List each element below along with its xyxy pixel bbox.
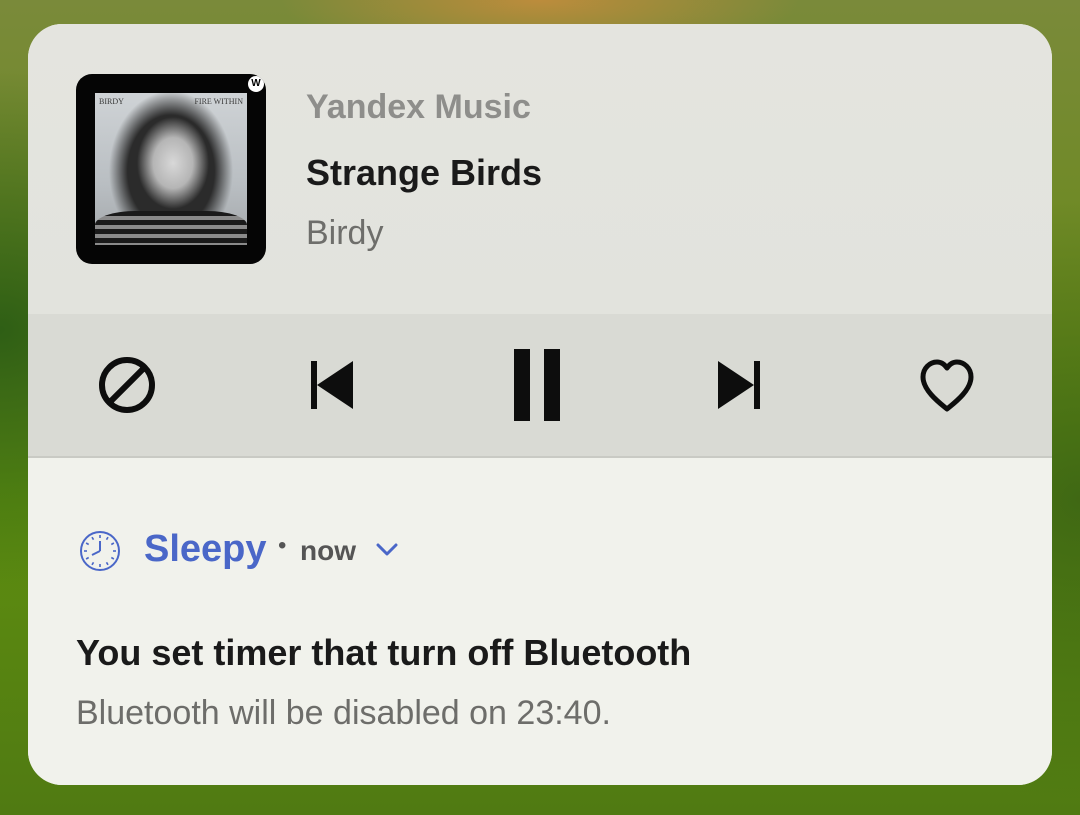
notification-panel: BIRDY FIRE WITHIN W Yandex Music Strange… xyxy=(28,24,1052,785)
album-art-artist-text: BIRDY xyxy=(99,97,124,106)
sleepy-notification[interactable]: Sleepy • now You set timer that turn off… xyxy=(28,458,1052,785)
media-controls xyxy=(28,314,1052,458)
song-title: Strange Birds xyxy=(306,152,543,193)
notification-title: You set timer that turn off Bluetooth xyxy=(76,632,692,673)
media-app-name: Yandex Music xyxy=(306,88,531,126)
album-art-title-text: FIRE WITHIN xyxy=(194,97,243,106)
like-button[interactable] xyxy=(901,339,993,431)
clock-icon xyxy=(78,529,122,573)
media-notification[interactable]: BIRDY FIRE WITHIN W Yandex Music Strange… xyxy=(28,24,1052,314)
pause-button[interactable] xyxy=(491,339,583,431)
dislike-button[interactable] xyxy=(81,339,173,431)
label-logo-icon: W xyxy=(248,76,264,92)
notification-time: now xyxy=(300,535,356,566)
album-photo: BIRDY FIRE WITHIN xyxy=(95,93,247,245)
next-button[interactable] xyxy=(693,339,785,431)
pause-icon xyxy=(514,349,560,421)
album-art: BIRDY FIRE WITHIN W xyxy=(76,74,266,264)
skip-previous-icon xyxy=(311,361,353,409)
notification-app-name: Sleepy xyxy=(144,528,267,570)
notification-header: Sleepy • now xyxy=(78,526,678,576)
header-separator: • xyxy=(278,532,287,559)
artist-name: Birdy xyxy=(306,214,384,252)
block-icon xyxy=(99,357,155,413)
chevron-down-icon[interactable] xyxy=(374,540,400,560)
album-photo-stripes xyxy=(95,211,247,245)
notification-body: Bluetooth will be disabled on 23:40. xyxy=(76,694,611,732)
previous-button[interactable] xyxy=(286,339,378,431)
skip-next-icon xyxy=(718,361,760,409)
heart-outline-icon xyxy=(920,359,974,412)
